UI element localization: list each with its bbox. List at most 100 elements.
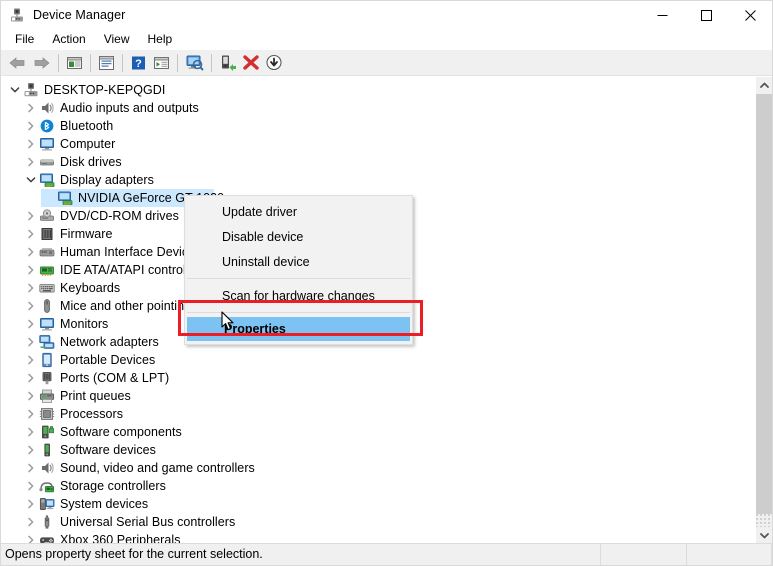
- menu-file[interactable]: File: [6, 30, 43, 49]
- chevron-right-icon[interactable]: [23, 387, 39, 405]
- tree-item[interactable]: Processors: [1, 405, 746, 423]
- chevron-right-icon[interactable]: [23, 405, 39, 423]
- tree-item[interactable]: Print queues: [1, 387, 746, 405]
- context-menu-item-scan-for-hardware-changes[interactable]: Scan for hardware changes: [185, 283, 412, 308]
- chevron-right-icon[interactable]: [23, 243, 39, 261]
- help-icon[interactable]: ?: [127, 52, 150, 74]
- tree-item[interactable]: Audio inputs and outputs: [1, 99, 746, 117]
- tree-item-label: Keyboards: [60, 281, 121, 295]
- chevron-right-icon[interactable]: [23, 333, 39, 351]
- title-bar: Device Manager: [1, 1, 772, 29]
- toolbar-separator-1: [58, 53, 59, 72]
- chevron-right-icon[interactable]: [23, 423, 39, 441]
- maximize-icon[interactable]: [684, 1, 728, 29]
- context-menu-wrapper: Update driver Disable device Uninstall dev…: [184, 195, 413, 345]
- chevron-right-icon[interactable]: [23, 315, 39, 333]
- tree-item-label: Display adapters: [60, 173, 154, 187]
- chevron-up-icon[interactable]: [756, 77, 772, 94]
- chevron-down-icon[interactable]: [756, 527, 772, 544]
- forward-arrow-icon[interactable]: [29, 52, 54, 74]
- chevron-right-icon[interactable]: [23, 117, 39, 135]
- chevron-right-icon[interactable]: [23, 207, 39, 225]
- close-icon[interactable]: [728, 1, 772, 29]
- tree-item[interactable]: Portable Devices: [1, 351, 746, 369]
- chevron-right-icon[interactable]: [23, 261, 39, 279]
- chevron-right-icon[interactable]: [23, 351, 39, 369]
- chevron-right-icon[interactable]: [23, 441, 39, 459]
- tree-item[interactable]: Ports (COM & LPT): [1, 369, 746, 387]
- chevron-down-icon[interactable]: [7, 81, 23, 99]
- tree-item[interactable]: Storage controllers: [1, 477, 746, 495]
- tree-item[interactable]: Software devices: [1, 441, 746, 459]
- dvd-drive-icon: [39, 208, 55, 224]
- tree-item-label: Network adapters: [60, 335, 159, 349]
- toolbar-separator-2: [90, 53, 91, 72]
- back-arrow-icon[interactable]: [4, 52, 29, 74]
- chevron-right-icon[interactable]: [23, 135, 39, 153]
- menu-help[interactable]: Help: [139, 30, 182, 49]
- scan-for-hardware-changes-icon[interactable]: [182, 52, 207, 74]
- menu-bar: File Action View Help: [1, 29, 772, 50]
- tree-item-label: System devices: [60, 497, 149, 511]
- chevron-right-icon[interactable]: [23, 99, 39, 117]
- window-title: Device Manager: [33, 8, 126, 22]
- chevron-right-icon[interactable]: [23, 279, 39, 297]
- portable-device-icon: [39, 352, 55, 368]
- chevron-right-icon[interactable]: [23, 477, 39, 495]
- tree-item[interactable]: Display adapters: [1, 171, 746, 189]
- tree-item[interactable]: DESKTOP-KEPQGDI: [1, 81, 746, 99]
- context-menu-item-update-driver[interactable]: Update driver: [185, 199, 412, 224]
- disable-device-icon[interactable]: [262, 52, 285, 74]
- tree-item-label: Print queues: [60, 389, 131, 403]
- status-pane-2: [687, 544, 772, 565]
- tree-item-label: Computer: [60, 137, 116, 151]
- menu-action[interactable]: Action: [43, 30, 94, 49]
- software-device-icon: [39, 442, 55, 458]
- context-menu-item-disable-device[interactable]: Disable device: [185, 224, 412, 249]
- show-hide-action-pane-icon[interactable]: [150, 52, 173, 74]
- chevron-right-icon[interactable]: [23, 153, 39, 171]
- tree-item-label: Portable Devices: [60, 353, 156, 367]
- device-manager-window: Device Manager File Action View Help ? D…: [0, 0, 773, 566]
- system-device-icon: [39, 496, 55, 512]
- tree-item-label: Monitors: [60, 317, 109, 331]
- tree-item[interactable]: Software components: [1, 423, 746, 441]
- context-menu: Update driver Disable device Uninstall dev…: [184, 195, 413, 345]
- tree-item[interactable]: Disk drives: [1, 153, 746, 171]
- tree-item-label: Bluetooth: [60, 119, 114, 133]
- show-hide-console-tree-icon[interactable]: [63, 52, 86, 74]
- menu-view[interactable]: View: [95, 30, 139, 49]
- chevron-right-icon[interactable]: [23, 459, 39, 477]
- chevron-right-icon[interactable]: [23, 297, 39, 315]
- minimize-icon[interactable]: [640, 1, 684, 29]
- tree-item[interactable]: Bluetooth: [1, 117, 746, 135]
- tree-item[interactable]: System devices: [1, 495, 746, 513]
- scrollbar-thumb[interactable]: [756, 94, 772, 514]
- toolbar: ?: [1, 50, 772, 76]
- storage-controller-icon: [39, 478, 55, 494]
- printer-icon: [39, 388, 55, 404]
- tree-item-label: Universal Serial Bus controllers: [60, 515, 236, 529]
- chevron-right-icon[interactable]: [23, 369, 39, 387]
- firmware-icon: [39, 226, 55, 242]
- tree-item[interactable]: Computer: [1, 135, 746, 153]
- tree-item[interactable]: Sound, video and game controllers: [1, 459, 746, 477]
- chevron-right-icon[interactable]: [23, 495, 39, 513]
- tree-item[interactable]: Universal Serial Bus controllers: [1, 513, 746, 531]
- tree-item-label: Audio inputs and outputs: [60, 101, 199, 115]
- speaker-icon: [39, 100, 55, 116]
- properties-icon[interactable]: [95, 52, 118, 74]
- tree-item-label: DESKTOP-KEPQGDI: [44, 83, 166, 97]
- chevron-down-icon[interactable]: [23, 171, 39, 189]
- hid-icon: [39, 244, 55, 260]
- disk-drive-icon: [39, 154, 55, 170]
- speaker-icon: [39, 460, 55, 476]
- vertical-scrollbar[interactable]: [755, 77, 772, 544]
- context-menu-item-uninstall-device[interactable]: Uninstall device: [185, 249, 412, 274]
- scrollbar-track[interactable]: [756, 94, 772, 527]
- chevron-right-icon[interactable]: [23, 225, 39, 243]
- update-driver-icon[interactable]: [216, 52, 239, 74]
- context-menu-item-properties[interactable]: Properties: [187, 317, 410, 341]
- chevron-right-icon[interactable]: [23, 513, 39, 531]
- uninstall-device-icon[interactable]: [239, 52, 262, 74]
